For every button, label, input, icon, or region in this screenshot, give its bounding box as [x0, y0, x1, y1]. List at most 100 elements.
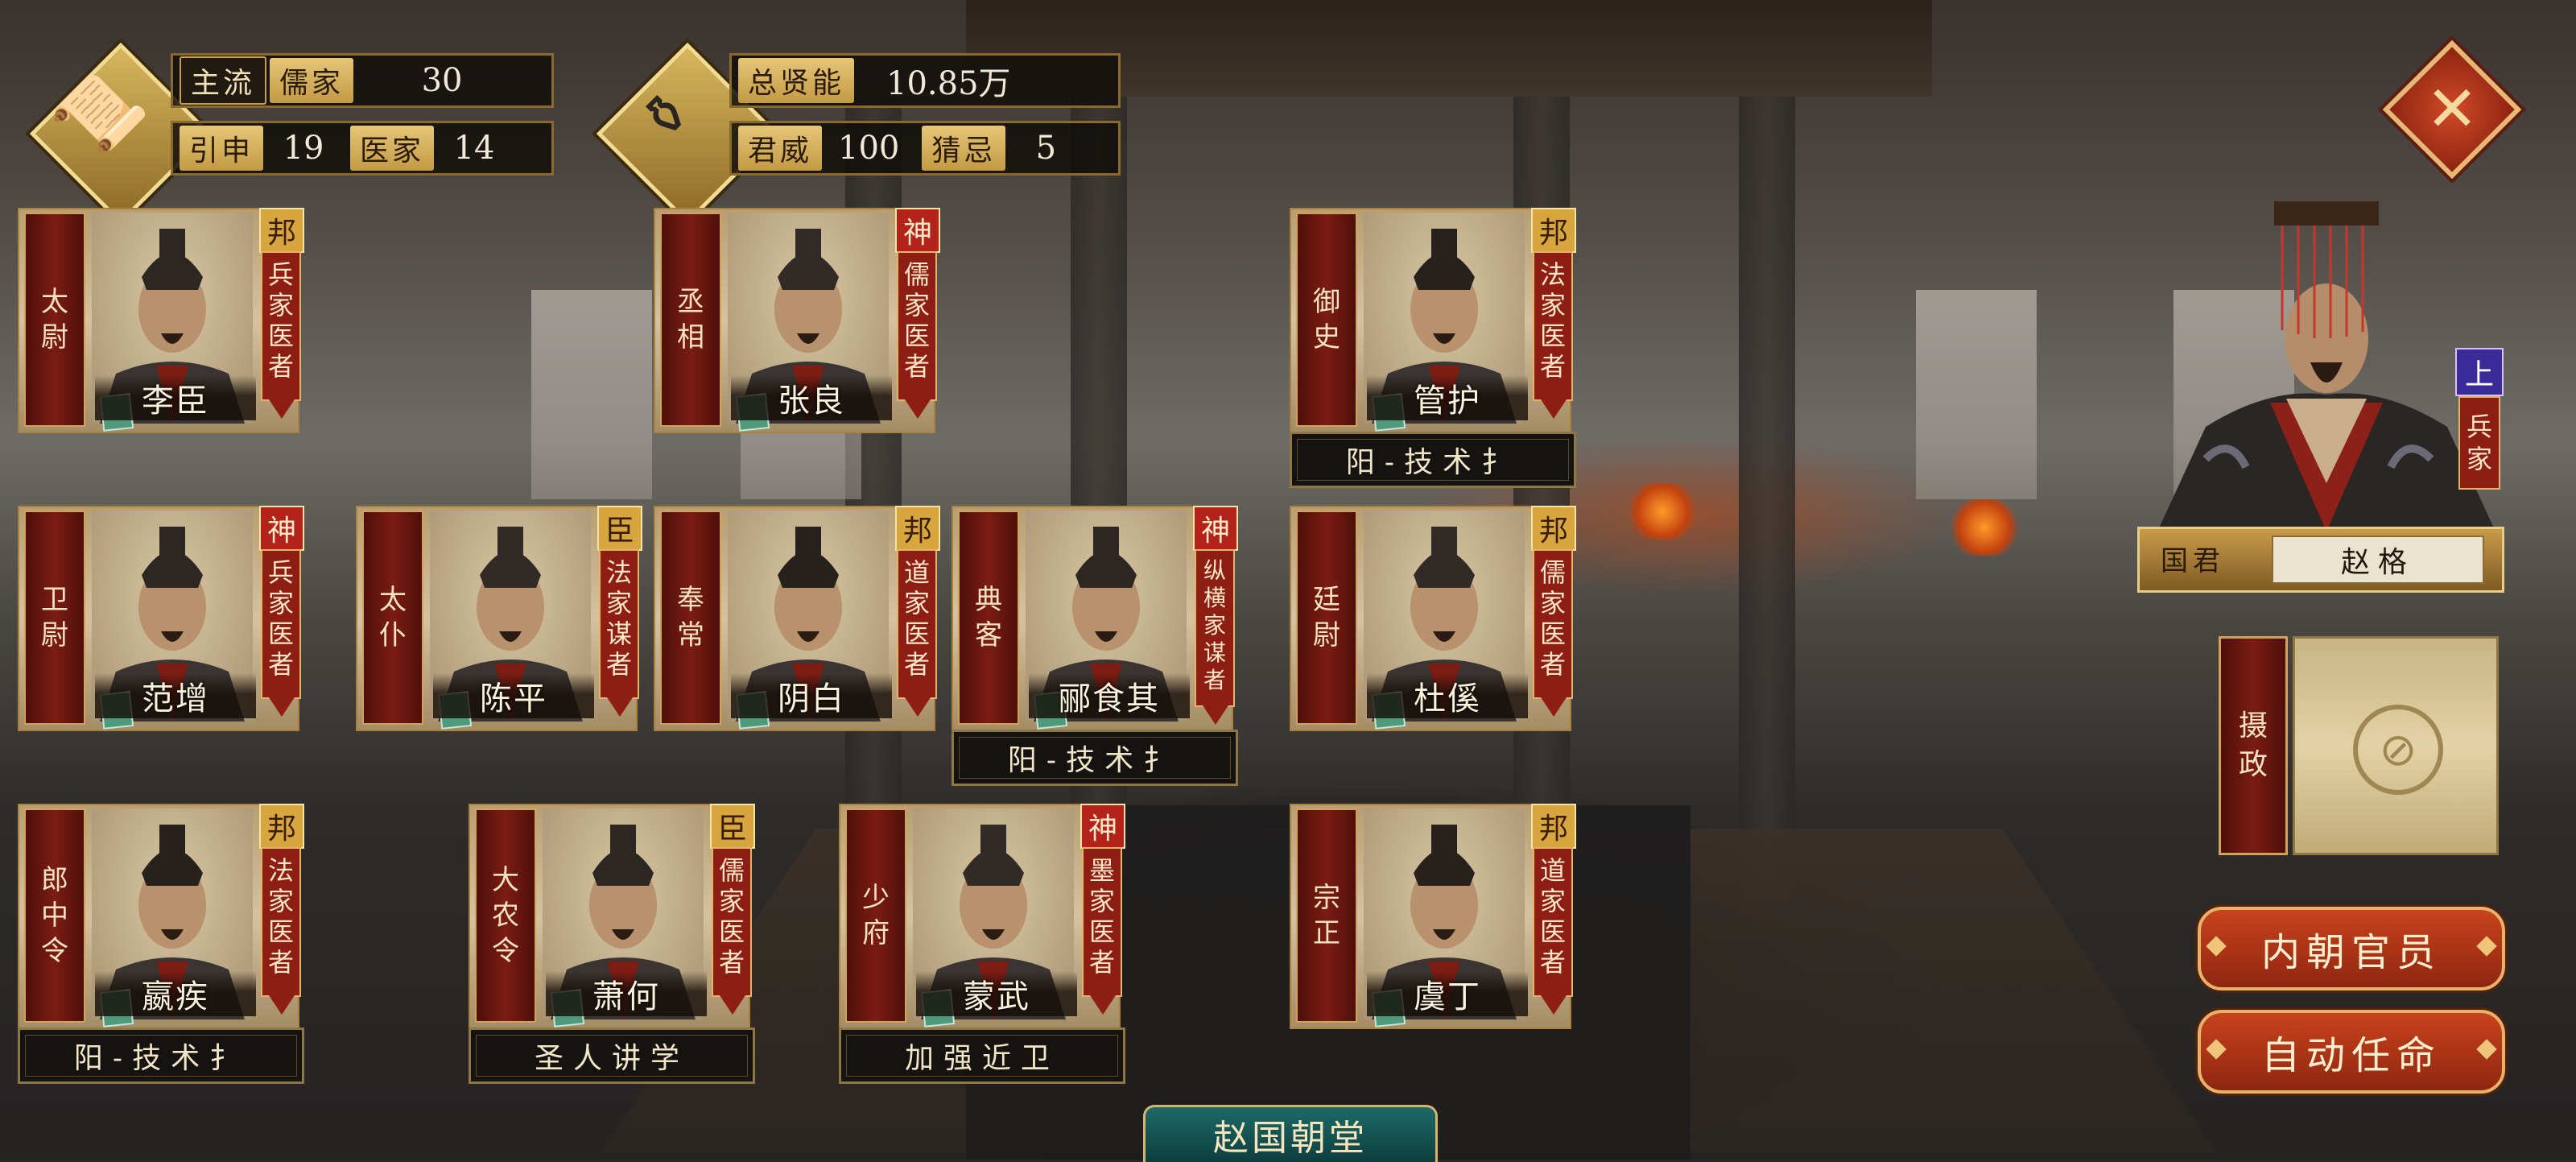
rank-badge: 邦 — [1531, 506, 1576, 551]
official-name: 张良 — [731, 375, 892, 420]
school-char: 谋 — [1203, 639, 1226, 666]
office-title: 御史 — [1298, 214, 1356, 425]
office-title: 太仆 — [364, 512, 422, 723]
official-name: 萧何 — [546, 971, 707, 1016]
school-tag: 道家医者 — [897, 549, 937, 717]
school-char: 兵 — [267, 259, 294, 290]
school-char: 医 — [267, 320, 294, 351]
close-icon: ✕ — [2425, 73, 2479, 146]
office-title-char: 少 — [862, 882, 890, 914]
office-title-char: 府 — [862, 917, 890, 949]
school-char: 者 — [605, 649, 632, 680]
item2-label: 引申 — [180, 126, 264, 171]
office-title-char: 郎 — [41, 864, 68, 896]
office-title-char: 史 — [1313, 321, 1340, 354]
policy-label[interactable]: 圣人讲学 — [469, 1028, 755, 1084]
school-char: 家 — [1088, 886, 1115, 916]
empty-slot-icon: ⊘ — [2353, 705, 2443, 795]
rank-badge: 邦 — [259, 804, 304, 849]
official-card[interactable]: 御史管护 邦法家医者 — [1290, 208, 1576, 433]
school-char: 儒 — [718, 855, 745, 886]
official-name: 虞丁 — [1367, 971, 1528, 1016]
school-char: 纵 — [1203, 557, 1226, 584]
office-title-char: 奉 — [677, 584, 704, 616]
policy-label[interactable]: 阳-技术扌 — [18, 1028, 304, 1084]
mainstream-row: 主流 儒家 30 — [171, 53, 554, 108]
ruler-name: 赵格 — [2272, 536, 2484, 584]
official-card[interactable]: 大农令萧何 臣儒家医者 — [469, 804, 755, 1029]
regent-label-char: 政 — [2238, 748, 2268, 781]
office-title: 太尉 — [26, 214, 84, 425]
school-char: 家 — [1539, 588, 1566, 618]
office-title-char: 令 — [41, 935, 68, 967]
school-char: 医 — [1539, 618, 1566, 649]
official-name: 陈平 — [433, 673, 594, 718]
rank-badge: 臣 — [710, 804, 755, 849]
office-banner: 大农令 — [475, 808, 536, 1023]
inner-court-button[interactable]: 内朝官员 — [2198, 907, 2505, 990]
school-char: 家 — [1539, 886, 1566, 916]
official-card[interactable]: 太尉李臣 邦兵家医者 — [18, 208, 304, 433]
school-char: 者 — [1088, 947, 1115, 978]
policy-label[interactable]: 阳-技术扌 — [1290, 432, 1576, 488]
office-title-char: 大 — [492, 864, 519, 896]
office-title-char: 正 — [1313, 917, 1340, 949]
official-card[interactable]: 奉常阴白 邦道家医者 — [654, 506, 940, 731]
official-card[interactable]: 卫尉范增 神兵家医者 — [18, 506, 304, 731]
school-tag: 法家医者 — [261, 847, 301, 1015]
office-title: 典客 — [960, 512, 1018, 723]
school-char: 医 — [267, 916, 294, 947]
official-card[interactable]: 少府蒙武 神墨家医者 — [839, 804, 1125, 1029]
rank-badge: 邦 — [1531, 208, 1576, 253]
office-banner: 太仆 — [362, 511, 423, 725]
school-char: 者 — [1539, 947, 1566, 978]
ruler-title: 国君 — [2161, 545, 2225, 577]
office-title-char: 卫 — [41, 584, 68, 616]
rank-badge: 邦 — [895, 506, 940, 551]
prestige-label: 君威 — [738, 126, 823, 171]
policy-label[interactable]: 加强近卫 — [839, 1028, 1125, 1084]
regent-slot[interactable]: 摄 政 ⊘ — [2219, 636, 2500, 855]
school-tag: 儒家医者 — [712, 847, 752, 1015]
rank-badge: 神 — [1193, 506, 1238, 551]
school-char: 医 — [267, 618, 294, 649]
school-char: 法 — [267, 855, 294, 886]
mainstream-label: 主流 — [180, 56, 267, 105]
ruler-school-tag: 兵 家 — [2458, 396, 2500, 490]
talent-value: 10.85万 — [886, 65, 1011, 102]
official-card[interactable]: 丞相张良 神儒家医者 — [654, 208, 940, 433]
office-title-char: 仆 — [379, 619, 407, 651]
office-title-char: 相 — [677, 321, 704, 354]
office-title-char: 尉 — [41, 619, 68, 651]
suspicion-label: 猜忌 — [922, 126, 1006, 171]
office-title: 卫尉 — [26, 512, 84, 723]
office-title-char: 尉 — [41, 321, 68, 354]
court-tab[interactable]: 赵国朝堂 — [1143, 1105, 1438, 1162]
secondary-schools-row: 引申 19 医家 14 — [171, 121, 554, 176]
office-title-char: 丞 — [677, 286, 704, 318]
school-char: 者 — [267, 351, 294, 382]
office-banner: 奉常 — [660, 511, 721, 725]
official-card[interactable]: 典客郦食其 神纵横家谋者 — [952, 506, 1238, 731]
school-char: 者 — [903, 351, 930, 382]
school-char: 道 — [1539, 855, 1566, 886]
rank-badge: 邦 — [259, 208, 304, 253]
regent-empty-scroll: ⊘ — [2293, 636, 2499, 855]
policy-label[interactable]: 阳-技术扌 — [952, 730, 1238, 786]
official-card[interactable]: 廷尉杜傒 邦儒家医者 — [1290, 506, 1576, 731]
school-tag: 兵家医者 — [261, 251, 301, 419]
item3-value: 14 — [453, 130, 495, 167]
school-char: 医 — [903, 320, 930, 351]
rank-badge: 神 — [259, 506, 304, 551]
office-title-char: 御 — [1313, 286, 1340, 318]
rank-badge: 神 — [895, 208, 940, 253]
auto-appoint-button[interactable]: 自动任命 — [2198, 1010, 2505, 1094]
official-card[interactable]: 郎中令嬴疾 邦法家医者 — [18, 804, 304, 1029]
official-card[interactable]: 宗正虞丁 邦道家医者 — [1290, 804, 1576, 1029]
official-name: 范增 — [95, 673, 256, 718]
office-title: 廷尉 — [1298, 512, 1356, 723]
school-char: 道 — [903, 557, 930, 588]
office-banner: 丞相 — [660, 213, 721, 427]
official-name: 嬴疾 — [95, 971, 256, 1016]
official-card[interactable]: 太仆陈平 臣法家谋者 — [356, 506, 642, 731]
